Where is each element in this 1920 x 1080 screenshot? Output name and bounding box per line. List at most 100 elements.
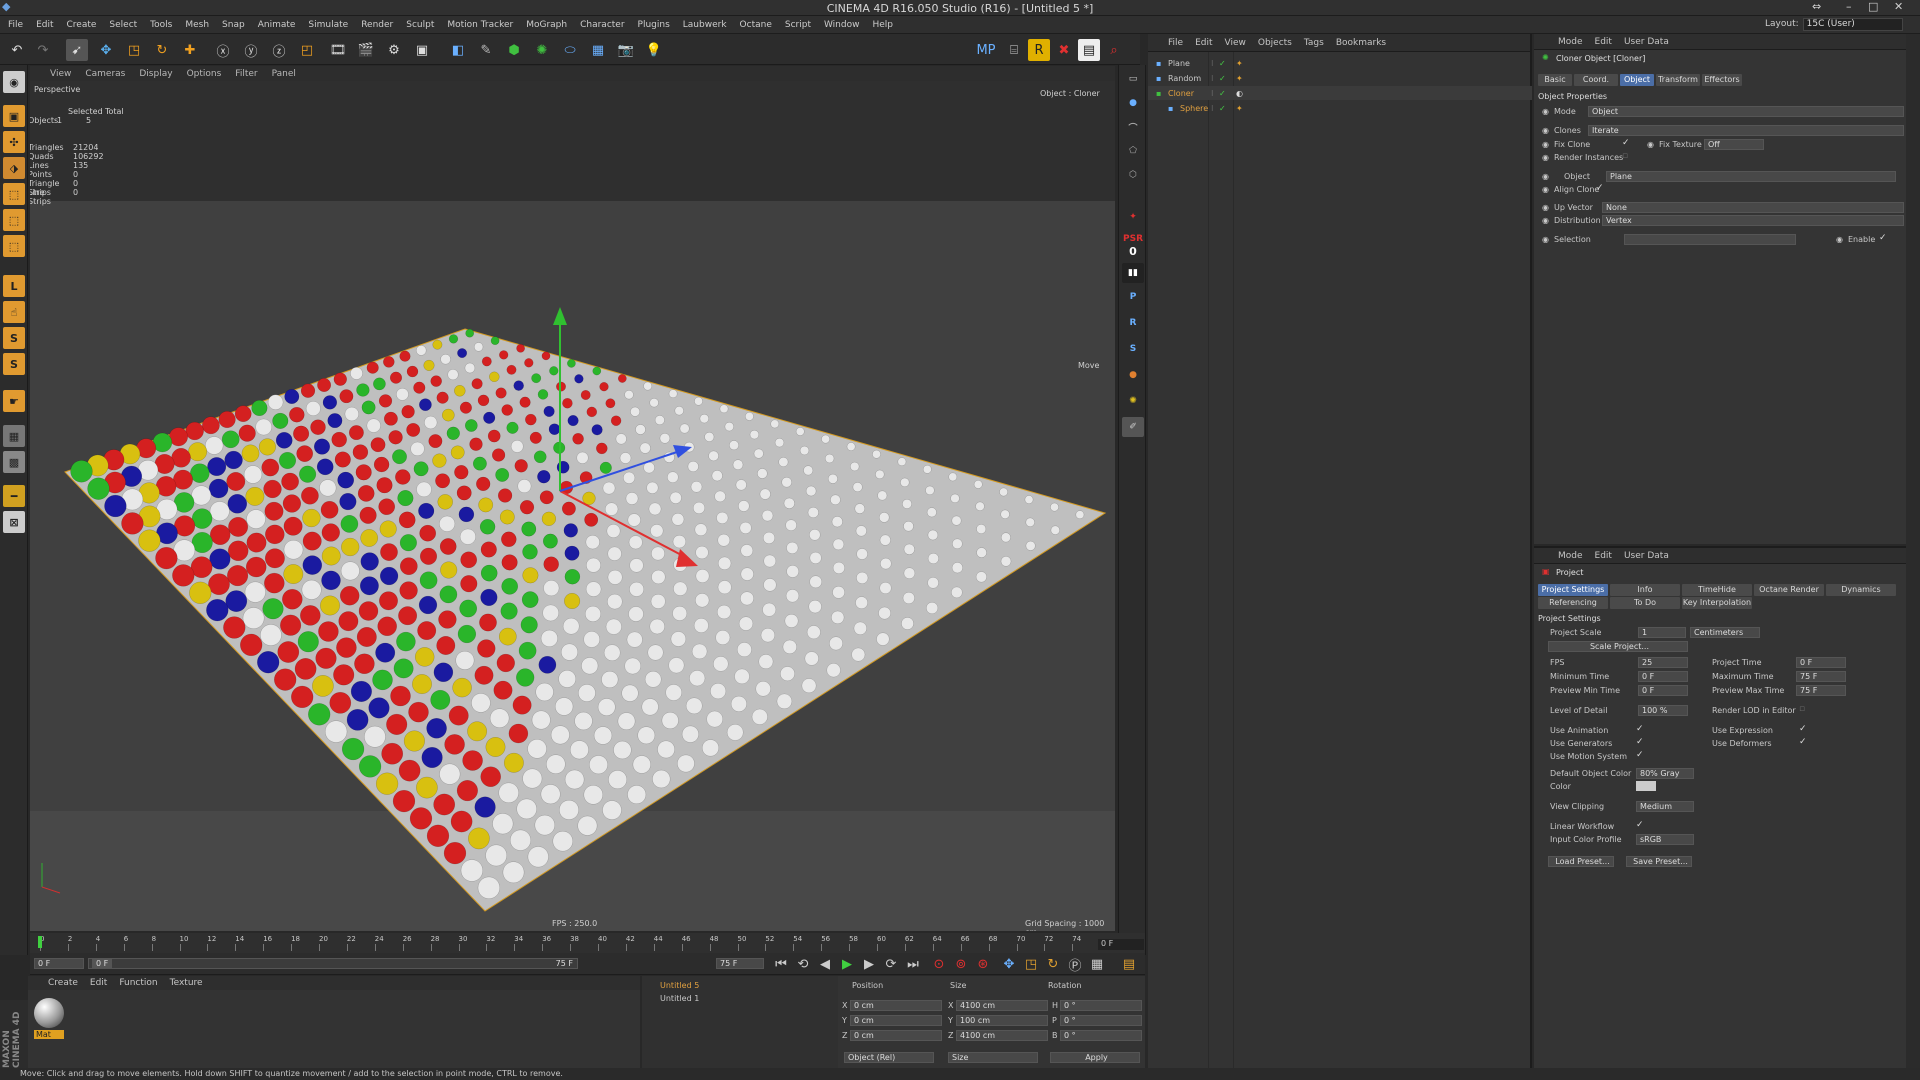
- object-menu-bookmarks[interactable]: Bookmarks: [1336, 38, 1386, 48]
- menu-animate[interactable]: Animate: [258, 20, 296, 30]
- x-axis-icon[interactable]: ⓧ: [212, 39, 234, 61]
- menu-sculpt[interactable]: Sculpt: [406, 20, 434, 30]
- r-plugin-icon[interactable]: R: [1028, 39, 1050, 61]
- attrmenu-mode[interactable]: Mode: [1558, 37, 1583, 47]
- render-instances-checkbox[interactable]: ▫: [1622, 151, 1628, 161]
- tab-dynamics[interactable]: Dynamics: [1826, 584, 1896, 596]
- menu-file[interactable]: File: [8, 20, 23, 30]
- preview-max-field[interactable]: 75 F: [1796, 685, 1846, 696]
- pla-track-icon[interactable]: ▦: [1086, 953, 1108, 975]
- size-mode-dropdown[interactable]: Size: [948, 1052, 1038, 1063]
- radio-enable-icon[interactable]: ◉: [1836, 235, 1843, 244]
- coordinate-mode-dropdown[interactable]: Object (Rel): [844, 1052, 934, 1063]
- radio-distribution-icon[interactable]: ◉: [1542, 216, 1549, 225]
- viewport-menu-cameras[interactable]: Cameras: [85, 69, 125, 79]
- viewport-menu-display[interactable]: Display: [139, 69, 172, 79]
- max-time-field[interactable]: 75 F: [1796, 671, 1846, 682]
- cube-primitive-icon[interactable]: ◧: [447, 39, 469, 61]
- minimize-icon[interactable]: –: [1846, 0, 1852, 13]
- lock-workplane-icon[interactable]: ▩: [3, 451, 25, 473]
- object-menu-edit[interactable]: Edit: [1195, 38, 1212, 48]
- rotation-track-icon[interactable]: ↻: [1042, 953, 1064, 975]
- mp-icon[interactable]: MP: [975, 39, 997, 61]
- render-lod-checkbox[interactable]: ▫: [1799, 704, 1805, 714]
- visibility-toggle-icon[interactable]: ⁝: [1211, 74, 1214, 83]
- visibility-toggle-icon[interactable]: ⁝: [1211, 104, 1214, 113]
- menu-tools[interactable]: Tools: [150, 20, 172, 30]
- projmenu-edit[interactable]: Edit: [1595, 551, 1612, 561]
- current-frame-field[interactable]: 0 F: [34, 958, 84, 969]
- grid-icon[interactable]: ▦: [3, 425, 25, 447]
- tab-object[interactable]: Object: [1620, 74, 1654, 86]
- tab-timehide[interactable]: TimeHide: [1682, 584, 1752, 596]
- scale-key-icon[interactable]: S: [1122, 339, 1144, 359]
- workplane-icon[interactable]: ⬗: [3, 157, 25, 179]
- render-settings-icon[interactable]: ⚙: [383, 39, 405, 61]
- radio-alignclone-icon[interactable]: ◉: [1542, 185, 1549, 194]
- linear-workflow-checkbox[interactable]: ✓: [1636, 820, 1644, 830]
- save-preset-button[interactable]: Save Preset...: [1626, 856, 1692, 867]
- enable-check-icon[interactable]: ✓: [1219, 89, 1226, 98]
- viewport-menu-options[interactable]: Options: [187, 69, 222, 79]
- lod-field[interactable]: 100 %: [1638, 705, 1688, 716]
- position-key-icon[interactable]: P: [1122, 287, 1144, 307]
- menu-window[interactable]: Window: [824, 20, 860, 30]
- color-swatch[interactable]: [1636, 781, 1656, 791]
- default-color-dropdown[interactable]: 80% Gray: [1636, 768, 1694, 779]
- snap-settings-icon[interactable]: S: [3, 353, 25, 375]
- material-menu-create[interactable]: Create: [48, 978, 78, 988]
- use-motion-checkbox[interactable]: ✓: [1636, 750, 1644, 760]
- radio-mode-icon[interactable]: ◉: [1542, 107, 1549, 116]
- bend-icon[interactable]: ⌒: [1122, 117, 1144, 137]
- rotation-field[interactable]: 0 °: [1060, 1000, 1142, 1011]
- position-field[interactable]: 0 cm: [850, 1000, 942, 1011]
- object-menu-view[interactable]: View: [1225, 38, 1246, 48]
- min-time-field[interactable]: 0 F: [1638, 671, 1688, 682]
- undo-icon[interactable]: ↶: [6, 39, 28, 61]
- fix-clone-checkbox[interactable]: ✓: [1622, 138, 1630, 148]
- align-clone-checkbox[interactable]: ✓: [1596, 183, 1604, 193]
- axis-mode-icon[interactable]: L: [3, 275, 25, 297]
- go-to-previous-key-icon[interactable]: ⟲: [792, 953, 814, 975]
- timeline-icon[interactable]: ⌸: [1003, 39, 1025, 61]
- menu-render[interactable]: Render: [361, 20, 393, 30]
- autokey-icon[interactable]: ⊚: [950, 953, 972, 975]
- radio-clones-icon[interactable]: ◉: [1542, 126, 1549, 135]
- attrmenu-user-data[interactable]: User Data: [1624, 37, 1669, 47]
- tab-octane-render[interactable]: Octane Render: [1754, 584, 1824, 596]
- visibility-toggle-icon[interactable]: ⁝: [1211, 59, 1214, 68]
- tab-coord[interactable]: Coord.: [1574, 74, 1618, 86]
- model-mode-icon[interactable]: ▣: [3, 105, 25, 127]
- material-icon[interactable]: ●: [1122, 365, 1144, 385]
- edges-mode-icon[interactable]: ⬚: [3, 209, 25, 231]
- project-scale-unit-dropdown[interactable]: Centimeters: [1690, 627, 1760, 638]
- fps-field[interactable]: 25: [1638, 657, 1688, 668]
- object-tag-icon[interactable]: ✦: [1236, 74, 1243, 83]
- object-row-random[interactable]: ▪ Random ⁝ ✓ ✦: [1148, 71, 1532, 85]
- scene-canvas[interactable]: [30, 81, 1115, 931]
- restore-icon[interactable]: ⇔: [1812, 0, 1821, 13]
- tab-info[interactable]: Info: [1610, 584, 1680, 596]
- object-link-field[interactable]: Plane: [1606, 171, 1896, 182]
- close-icon[interactable]: ✕: [1894, 0, 1903, 13]
- go-to-next-key-icon[interactable]: ⟳: [880, 953, 902, 975]
- projmenu-mode[interactable]: Mode: [1558, 551, 1583, 561]
- up-vector-dropdown[interactable]: None: [1602, 202, 1904, 213]
- timeline-window-icon[interactable]: ▤: [1118, 953, 1140, 975]
- tweak-mode-icon[interactable]: ☝: [3, 301, 25, 323]
- scale-project-button[interactable]: Scale Project...: [1548, 641, 1688, 652]
- menu-edit[interactable]: Edit: [36, 20, 53, 30]
- array-icon[interactable]: ✺: [531, 39, 553, 61]
- position-track-icon[interactable]: ✥: [998, 953, 1020, 975]
- material-menu-texture[interactable]: Texture: [170, 978, 203, 988]
- layout-selector[interactable]: Layout: 15C (User): [1765, 18, 1903, 31]
- deformer-icon[interactable]: ⬭: [559, 39, 581, 61]
- max-frame-field[interactable]: 75 F: [716, 958, 764, 969]
- position-field[interactable]: 0 cm: [850, 1030, 942, 1041]
- param-track-icon[interactable]: Ⓟ: [1064, 953, 1086, 975]
- menu-select[interactable]: Select: [109, 20, 137, 30]
- texture-mode-icon[interactable]: ✣: [3, 131, 25, 153]
- enable-check-icon[interactable]: ✓: [1219, 104, 1226, 113]
- tab-key-interpolation[interactable]: Key Interpolation: [1682, 597, 1752, 609]
- pen-spline-icon[interactable]: ✎: [475, 39, 497, 61]
